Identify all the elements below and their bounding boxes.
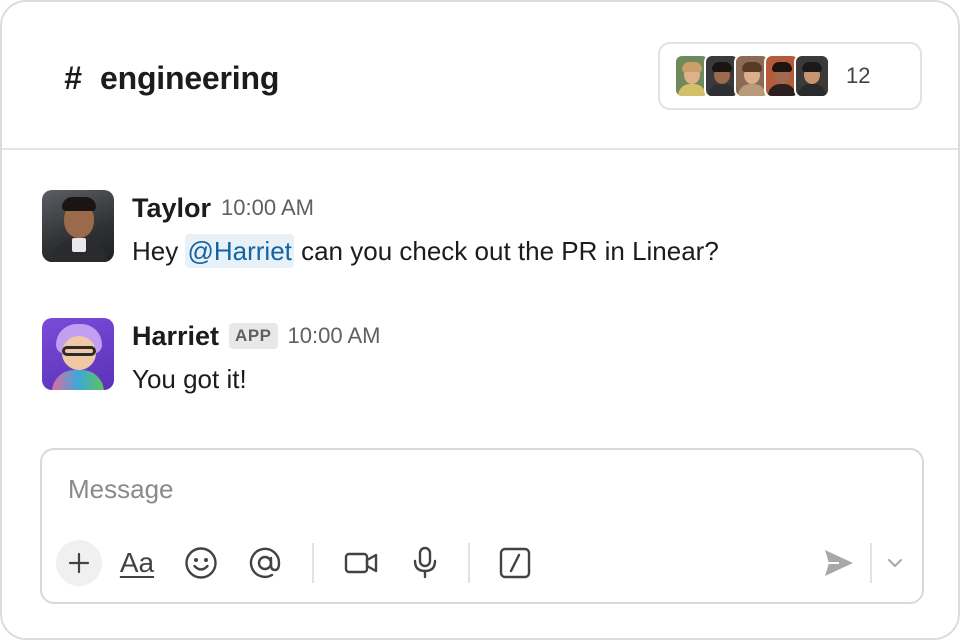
message-text-after: can you check out the PR in Linear? — [293, 236, 719, 266]
app-badge: APP — [229, 323, 278, 349]
avatar[interactable] — [42, 190, 114, 262]
video-icon[interactable] — [338, 540, 384, 586]
message-text-before: Hey — [132, 236, 186, 266]
message-item: Taylor 10:00 AM Hey @Harriet can you che… — [42, 190, 719, 268]
message-text: Hey @Harriet can you check out the PR in… — [132, 234, 719, 268]
format-text-label: Aa — [119, 547, 155, 578]
channel-header: # engineering 12 — [2, 2, 958, 150]
message-timestamp[interactable]: 10:00 AM — [221, 195, 314, 221]
send-icon[interactable] — [816, 540, 862, 586]
message-item: Harriet APP 10:00 AM You got it! — [42, 318, 380, 396]
member-avatar — [794, 54, 830, 98]
toolbar-divider — [468, 543, 470, 583]
member-avatar-stack — [674, 54, 830, 98]
message-meta: Taylor 10:00 AM — [132, 190, 719, 226]
composer-toolbar: Aa — [56, 540, 912, 586]
sender-name[interactable]: Taylor — [132, 193, 211, 224]
channel-members-button[interactable]: 12 — [658, 42, 922, 110]
format-text-icon[interactable]: Aa — [114, 540, 160, 586]
microphone-icon[interactable] — [402, 540, 448, 586]
member-count: 12 — [846, 63, 871, 88]
mention-icon[interactable] — [242, 540, 288, 586]
channel-title[interactable]: # engineering — [60, 58, 279, 98]
toolbar-divider — [312, 543, 314, 583]
sender-name[interactable]: Harriet — [132, 321, 219, 352]
emoji-icon[interactable] — [178, 540, 224, 586]
message-timestamp[interactable]: 10:00 AM — [288, 323, 381, 349]
chevron-down-icon[interactable] — [878, 540, 912, 586]
message-composer: Aa — [40, 448, 924, 604]
toolbar-divider — [870, 543, 872, 583]
message-input[interactable] — [68, 474, 768, 505]
message-meta: Harriet APP 10:00 AM — [132, 318, 380, 354]
slash-command-icon[interactable] — [492, 540, 538, 586]
channel-hash-icon: # — [64, 59, 82, 96]
channel-name: engineering — [100, 59, 280, 96]
plus-icon[interactable] — [56, 540, 102, 586]
chat-window: # engineering 12 Taylor 10:00 AM Hey @Ha… — [0, 0, 960, 640]
message-body: Harriet APP 10:00 AM You got it! — [132, 318, 380, 396]
avatar[interactable] — [42, 318, 114, 390]
user-mention[interactable]: @Harriet — [185, 234, 294, 268]
message-text: You got it! — [132, 364, 247, 394]
message-body: Taylor 10:00 AM Hey @Harriet can you che… — [132, 190, 719, 268]
